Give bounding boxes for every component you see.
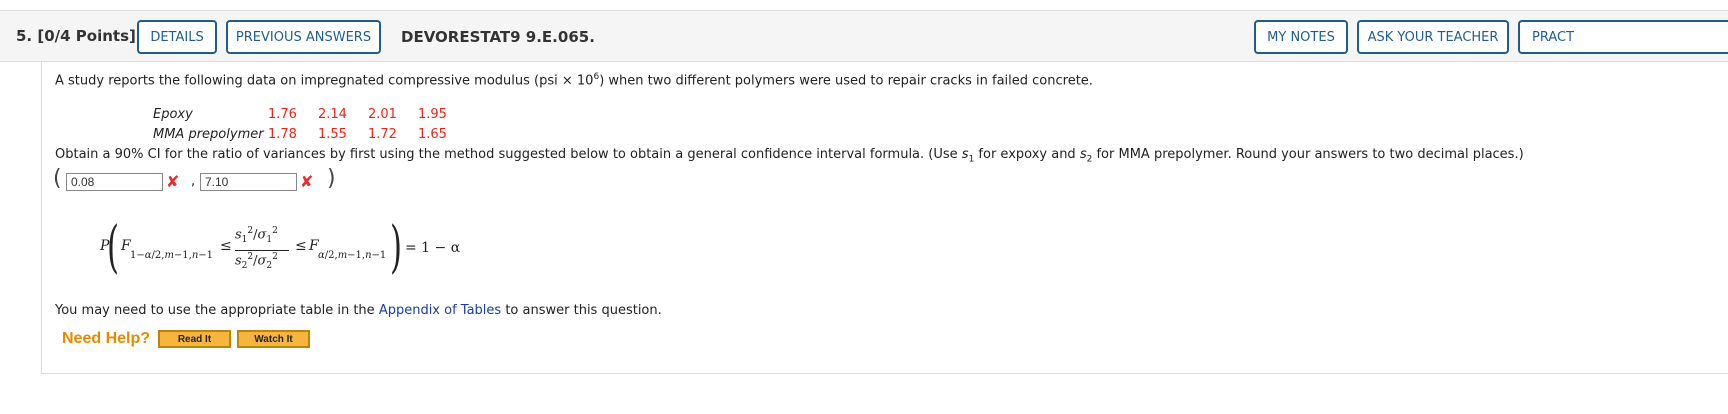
formula-right-paren: ) [390, 215, 403, 280]
appendix-link[interactable]: Appendix of Tables [379, 303, 501, 318]
instruction-part: for MMA prepolymer. Round your answers t… [1092, 147, 1524, 162]
intro-text-end: ) when two different polymers were used … [599, 73, 1093, 89]
watch-it-button[interactable]: Watch It [236, 329, 311, 349]
answer-lower-input[interactable]: 0.08 [66, 173, 163, 191]
row-label-mma: MMA prepolymer [153, 127, 264, 142]
instruction-part: for expoxy and [974, 147, 1080, 162]
formula-denominator: s22/σ22 [235, 252, 278, 271]
epoxy-value: 2.01 [368, 107, 397, 122]
formula-rhs: = 1 − α [405, 240, 461, 256]
my-notes-button[interactable]: MY NOTES [1254, 20, 1348, 54]
mma-value: 1.78 [268, 127, 297, 142]
practice-button[interactable]: PRACT [1518, 20, 1728, 54]
appendix-text-end: to answer this question. [501, 303, 662, 318]
problem-intro: A study reports the following data on im… [55, 72, 1093, 88]
incorrect-icon: ✘ [166, 172, 180, 191]
instruction-s1: s [961, 147, 969, 162]
formula-f-upper-sub: α/2,m−1,n−1 [318, 250, 387, 261]
formula-fraction-bar [235, 250, 289, 251]
previous-answers-button[interactable]: PREVIOUS ANSWERS [226, 20, 381, 54]
epoxy-value: 2.14 [318, 107, 347, 122]
row-label-epoxy: Epoxy [153, 107, 193, 122]
instruction-part: Obtain a 90% CI for the ratio of varianc… [55, 147, 962, 162]
read-it-button[interactable]: Read It [157, 329, 232, 349]
instruction-s2: s [1079, 147, 1087, 162]
answer-upper-input[interactable]: 7.10 [200, 173, 297, 191]
appendix-note: You may need to use the appropriate tabl… [55, 303, 662, 318]
ci-formula: P ( F 1−α/2,m−1,n−1 ≤ s12/σ12 s22/σ22 ≤ … [100, 220, 480, 282]
formula-leq: ≤ [220, 238, 232, 254]
intro-text: A study reports the following data on im… [55, 73, 594, 89]
problem-code: DEVORESTAT9 9.E.065. [401, 28, 595, 46]
question-header: 5. [0/4 Points] DETAILS PREVIOUS ANSWERS… [0, 10, 1728, 62]
details-button[interactable]: DETAILS [137, 20, 217, 54]
formula-leq-2: ≤ [295, 238, 307, 254]
question-body: A study reports the following data on im… [41, 62, 1728, 374]
epoxy-value: 1.76 [268, 107, 297, 122]
incorrect-icon: ✘ [300, 172, 314, 191]
question-number: 5. [0/4 Points] [16, 27, 136, 45]
left-paren: ( [53, 166, 62, 191]
comma-separator: , [191, 174, 196, 189]
need-help-label: Need Help? [62, 330, 151, 347]
mma-value: 1.72 [368, 127, 397, 142]
appendix-text: You may need to use the appropriate tabl… [55, 303, 379, 318]
epoxy-value: 1.95 [418, 107, 447, 122]
mma-value: 1.55 [318, 127, 347, 142]
instruction-text: Obtain a 90% CI for the ratio of varianc… [55, 147, 1524, 165]
formula-numerator: s12/σ12 [235, 226, 278, 245]
formula-f-lower-sub: 1−α/2,m−1,n−1 [130, 250, 214, 261]
right-paren: ) [327, 166, 336, 191]
ask-your-teacher-button[interactable]: ASK YOUR TEACHER [1357, 20, 1509, 54]
mma-value: 1.65 [418, 127, 447, 142]
formula-left-paren: ( [107, 215, 120, 280]
